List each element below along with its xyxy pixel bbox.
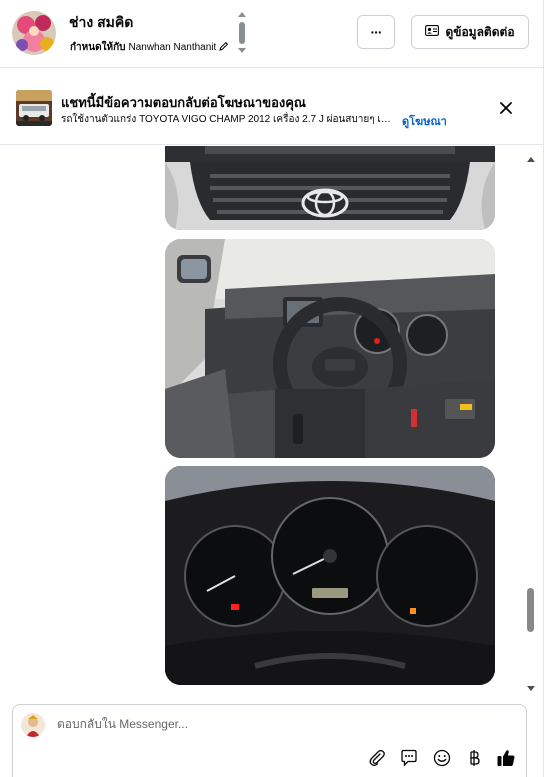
message-photo[interactable] <box>165 239 495 458</box>
paperclip-icon[interactable] <box>367 748 387 768</box>
chat-window: ช่าง สมคิด กำหนดให้กับ Nanwhan Nanthanit… <box>0 0 544 777</box>
thumbs-up-icon[interactable] <box>496 748 516 768</box>
ad-reply-banner: แชทนี้มีข้อความตอบกลับต่อโฆษณาของคุณ รถใ… <box>0 73 544 145</box>
view-ad-link[interactable]: ดูโฆษณา <box>402 112 447 130</box>
message-photo[interactable] <box>165 466 495 685</box>
message-photo[interactable] <box>165 146 495 230</box>
assignment-row[interactable]: กำหนดให้กับ Nanwhan Nanthanit <box>70 40 229 55</box>
contact-name[interactable]: ช่าง สมคิด <box>69 12 133 34</box>
view-contact-label: ดูข้อมูลติดต่อ <box>445 24 515 39</box>
reorder-handle-icon[interactable] <box>235 10 249 56</box>
ad-banner-title: แชทนี้มีข้อความตอบกลับต่อโฆษณาของคุณ <box>61 95 306 110</box>
reply-composer <box>12 704 527 777</box>
ad-banner-subtitle: รถใช้งานตัวแกร่ง TOYOTA VIGO CHAMP 2012 … <box>61 114 391 125</box>
close-icon[interactable] <box>496 98 516 118</box>
scroll-down-icon[interactable] <box>525 680 537 691</box>
page-avatar <box>21 713 45 737</box>
message-list[interactable] <box>0 146 544 694</box>
reply-input[interactable] <box>57 717 497 731</box>
pencil-icon[interactable] <box>219 41 229 54</box>
contact-card-icon <box>425 25 440 39</box>
scroll-up-icon[interactable] <box>525 150 537 162</box>
contact-avatar[interactable] <box>12 11 56 55</box>
baht-icon[interactable] <box>464 748 484 768</box>
emoji-icon[interactable] <box>432 748 452 768</box>
more-options-button[interactable]: ··· <box>357 15 395 49</box>
scrollbar-thumb[interactable] <box>527 588 534 632</box>
view-contact-button[interactable]: ดูข้อมูลติดต่อ <box>411 15 529 49</box>
assign-prefix: กำหนดให้กับ <box>70 42 126 53</box>
ad-thumbnail[interactable] <box>16 90 52 126</box>
more-icon: ··· <box>370 24 383 40</box>
chat-header: ช่าง สมคิด กำหนดให้กับ Nanwhan Nanthanit… <box>0 0 544 68</box>
assignee-name: Nanwhan Nanthanit <box>128 42 217 53</box>
chat-bubble-icon[interactable] <box>399 748 419 768</box>
